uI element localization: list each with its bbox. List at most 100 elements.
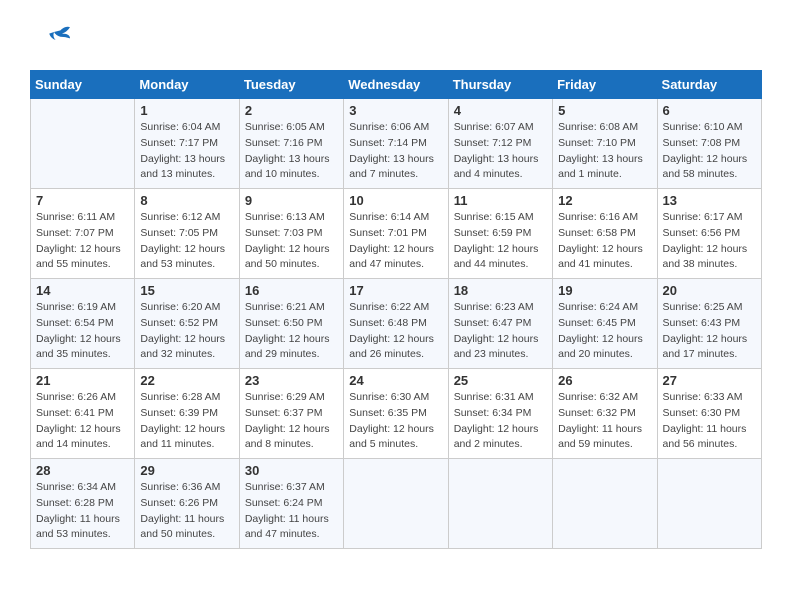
day-info: Sunrise: 6:14 AM Sunset: 7:01 PM Dayligh… <box>349 210 442 273</box>
day-number: 21 <box>36 373 129 388</box>
day-number: 25 <box>454 373 547 388</box>
calendar-cell: 20Sunrise: 6:25 AM Sunset: 6:43 PM Dayli… <box>657 279 761 369</box>
calendar-cell <box>448 459 552 549</box>
week-row-4: 21 Sunrise: 6:26 AM Sunset: 6:41 PM Dayli… <box>31 369 762 459</box>
day-number: 23 <box>245 373 338 388</box>
day-number: 28 <box>36 463 129 478</box>
week-row-3: 14 Sunrise: 6:19 AM Sunset: 6:54 PM Dayli… <box>31 279 762 369</box>
calendar-cell: 21 Sunrise: 6:26 AM Sunset: 6:41 PM Dayli… <box>31 369 135 459</box>
day-info: Sunrise: 6:23 AM Sunset: 6:47 PM Dayligh… <box>454 300 547 363</box>
weekday-header-friday: Friday <box>553 71 657 99</box>
day-info: Sunrise: 6:28 AM Sunset: 6:39 PM Dayligh… <box>140 390 233 453</box>
logo-icon <box>30 20 70 60</box>
weekday-header-tuesday: Tuesday <box>239 71 343 99</box>
day-number: 7 <box>36 193 129 208</box>
calendar-cell: 19 Sunrise: 6:24 AM Sunset: 6:45 PM Dayli… <box>553 279 657 369</box>
day-number: 1 <box>140 103 233 118</box>
day-number: 29 <box>140 463 233 478</box>
day-info: Sunrise: 6:37 AM Sunset: 6:24 PM Dayligh… <box>245 480 338 543</box>
calendar-cell: 24 Sunrise: 6:30 AM Sunset: 6:35 PM Dayli… <box>344 369 448 459</box>
week-row-1: 1 Sunrise: 6:04 AM Sunset: 7:17 PM Daylig… <box>31 99 762 189</box>
logo <box>30 20 70 60</box>
week-row-2: 7 Sunrise: 6:11 AM Sunset: 7:07 PM Daylig… <box>31 189 762 279</box>
day-info: Sunrise: 6:32 AM Sunset: 6:32 PM Dayligh… <box>558 390 651 453</box>
day-number: 16 <box>245 283 338 298</box>
day-number: 30 <box>245 463 338 478</box>
week-row-5: 28 Sunrise: 6:34 AM Sunset: 6:28 PM Dayli… <box>31 459 762 549</box>
calendar-cell: 29 Sunrise: 6:36 AM Sunset: 6:26 PM Dayli… <box>135 459 239 549</box>
day-number: 12 <box>558 193 651 208</box>
day-number: 18 <box>454 283 547 298</box>
calendar-cell: 23 Sunrise: 6:29 AM Sunset: 6:37 PM Dayli… <box>239 369 343 459</box>
day-info: Sunrise: 6:36 AM Sunset: 6:26 PM Dayligh… <box>140 480 233 543</box>
day-info: Sunrise: 6:31 AM Sunset: 6:34 PM Dayligh… <box>454 390 547 453</box>
day-info: Sunrise: 6:25 AM Sunset: 6:43 PM Dayligh… <box>663 300 756 363</box>
day-number: 5 <box>558 103 651 118</box>
calendar-cell: 2 Sunrise: 6:05 AM Sunset: 7:16 PM Daylig… <box>239 99 343 189</box>
day-info: Sunrise: 6:24 AM Sunset: 6:45 PM Dayligh… <box>558 300 651 363</box>
day-info: Sunrise: 6:08 AM Sunset: 7:10 PM Dayligh… <box>558 120 651 183</box>
calendar-cell: 27 Sunrise: 6:33 AM Sunset: 6:30 PM Dayli… <box>657 369 761 459</box>
calendar-cell <box>344 459 448 549</box>
day-info: Sunrise: 6:05 AM Sunset: 7:16 PM Dayligh… <box>245 120 338 183</box>
calendar-cell: 13 Sunrise: 6:17 AM Sunset: 6:56 PM Dayli… <box>657 189 761 279</box>
day-number: 4 <box>454 103 547 118</box>
calendar-cell: 1 Sunrise: 6:04 AM Sunset: 7:17 PM Daylig… <box>135 99 239 189</box>
day-info: Sunrise: 6:26 AM Sunset: 6:41 PM Dayligh… <box>36 390 129 453</box>
calendar-cell <box>657 459 761 549</box>
calendar-cell: 17 Sunrise: 6:22 AM Sunset: 6:48 PM Dayli… <box>344 279 448 369</box>
calendar-cell: 26 Sunrise: 6:32 AM Sunset: 6:32 PM Dayli… <box>553 369 657 459</box>
calendar-cell: 6 Sunrise: 6:10 AM Sunset: 7:08 PM Daylig… <box>657 99 761 189</box>
day-number: 2 <box>245 103 338 118</box>
day-info: Sunrise: 6:20 AM Sunset: 6:52 PM Dayligh… <box>140 300 233 363</box>
day-number: 27 <box>663 373 756 388</box>
day-number: 22 <box>140 373 233 388</box>
day-info: Sunrise: 6:17 AM Sunset: 6:56 PM Dayligh… <box>663 210 756 273</box>
calendar-cell: 4 Sunrise: 6:07 AM Sunset: 7:12 PM Daylig… <box>448 99 552 189</box>
calendar-cell: 7 Sunrise: 6:11 AM Sunset: 7:07 PM Daylig… <box>31 189 135 279</box>
day-number: 9 <box>245 193 338 208</box>
day-number: 19 <box>558 283 651 298</box>
day-info: Sunrise: 6:16 AM Sunset: 6:58 PM Dayligh… <box>558 210 651 273</box>
calendar-cell: 30 Sunrise: 6:37 AM Sunset: 6:24 PM Dayli… <box>239 459 343 549</box>
day-info: Sunrise: 6:13 AM Sunset: 7:03 PM Dayligh… <box>245 210 338 273</box>
day-info: Sunrise: 6:10 AM Sunset: 7:08 PM Dayligh… <box>663 120 756 183</box>
calendar-cell <box>31 99 135 189</box>
day-number: 8 <box>140 193 233 208</box>
day-info: Sunrise: 6:33 AM Sunset: 6:30 PM Dayligh… <box>663 390 756 453</box>
calendar-cell: 11 Sunrise: 6:15 AM Sunset: 6:59 PM Dayli… <box>448 189 552 279</box>
day-info: Sunrise: 6:11 AM Sunset: 7:07 PM Dayligh… <box>36 210 129 273</box>
day-number: 6 <box>663 103 756 118</box>
day-info: Sunrise: 6:30 AM Sunset: 6:35 PM Dayligh… <box>349 390 442 453</box>
day-info: Sunrise: 6:29 AM Sunset: 6:37 PM Dayligh… <box>245 390 338 453</box>
day-info: Sunrise: 6:34 AM Sunset: 6:28 PM Dayligh… <box>36 480 129 543</box>
calendar-cell: 22 Sunrise: 6:28 AM Sunset: 6:39 PM Dayli… <box>135 369 239 459</box>
calendar-table: SundayMondayTuesdayWednesdayThursdayFrid… <box>30 70 762 549</box>
calendar-cell <box>553 459 657 549</box>
weekday-header-monday: Monday <box>135 71 239 99</box>
calendar-cell: 3 Sunrise: 6:06 AM Sunset: 7:14 PM Daylig… <box>344 99 448 189</box>
weekday-header-thursday: Thursday <box>448 71 552 99</box>
day-info: Sunrise: 6:19 AM Sunset: 6:54 PM Dayligh… <box>36 300 129 363</box>
day-number: 14 <box>36 283 129 298</box>
weekday-header-sunday: Sunday <box>31 71 135 99</box>
calendar-cell: 5 Sunrise: 6:08 AM Sunset: 7:10 PM Daylig… <box>553 99 657 189</box>
calendar-cell: 8 Sunrise: 6:12 AM Sunset: 7:05 PM Daylig… <box>135 189 239 279</box>
day-number: 24 <box>349 373 442 388</box>
day-info: Sunrise: 6:15 AM Sunset: 6:59 PM Dayligh… <box>454 210 547 273</box>
day-number: 10 <box>349 193 442 208</box>
day-info: Sunrise: 6:22 AM Sunset: 6:48 PM Dayligh… <box>349 300 442 363</box>
calendar-cell: 15Sunrise: 6:20 AM Sunset: 6:52 PM Dayli… <box>135 279 239 369</box>
calendar-cell: 9 Sunrise: 6:13 AM Sunset: 7:03 PM Daylig… <box>239 189 343 279</box>
day-info: Sunrise: 6:04 AM Sunset: 7:17 PM Dayligh… <box>140 120 233 183</box>
day-info: Sunrise: 6:07 AM Sunset: 7:12 PM Dayligh… <box>454 120 547 183</box>
day-number: 17 <box>349 283 442 298</box>
day-info: Sunrise: 6:12 AM Sunset: 7:05 PM Dayligh… <box>140 210 233 273</box>
day-info: Sunrise: 6:21 AM Sunset: 6:50 PM Dayligh… <box>245 300 338 363</box>
day-number: 3 <box>349 103 442 118</box>
day-number: 26 <box>558 373 651 388</box>
day-number: 11 <box>454 193 547 208</box>
day-number: 13 <box>663 193 756 208</box>
day-info: Sunrise: 6:06 AM Sunset: 7:14 PM Dayligh… <box>349 120 442 183</box>
weekday-header-saturday: Saturday <box>657 71 761 99</box>
